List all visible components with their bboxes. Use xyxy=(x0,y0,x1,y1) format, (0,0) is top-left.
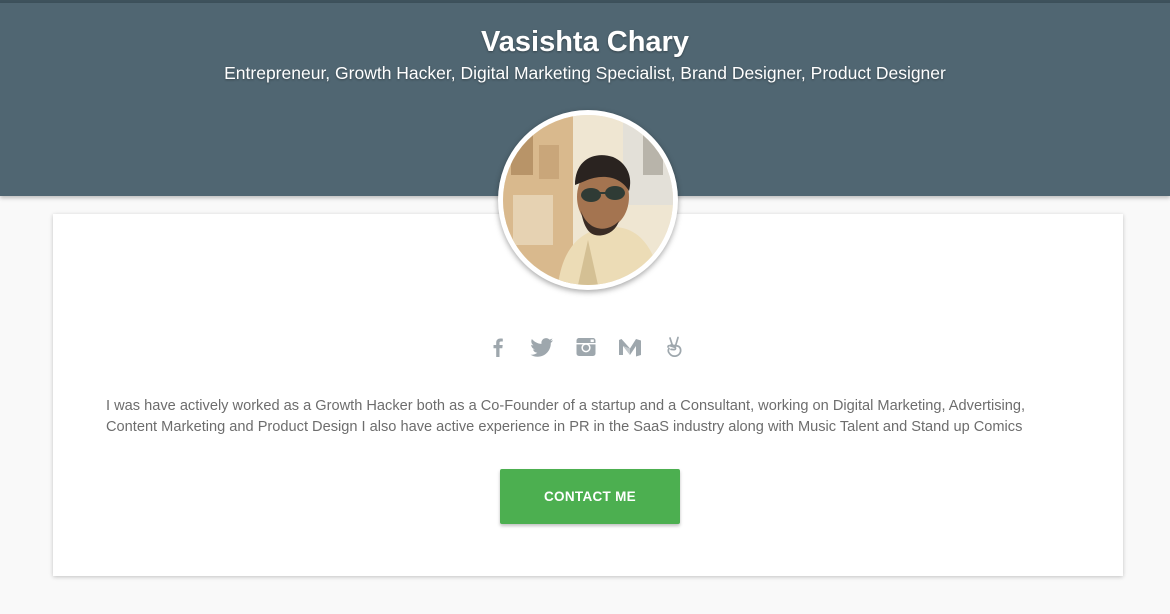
instagram-icon[interactable] xyxy=(573,334,599,360)
angellist-icon[interactable] xyxy=(661,334,687,360)
social-links xyxy=(476,330,696,364)
twitter-icon[interactable] xyxy=(529,334,555,360)
profile-name: Vasishta Chary xyxy=(481,26,689,58)
avatar xyxy=(498,110,678,290)
contact-me-button[interactable]: CONTACT ME xyxy=(500,469,680,524)
facebook-icon[interactable] xyxy=(485,334,511,360)
medium-icon[interactable] xyxy=(617,334,643,360)
profile-bio: I was have actively worked as a Growth H… xyxy=(106,398,1026,435)
profile-subtitle: Entrepreneur, Growth Hacker, Digital Mar… xyxy=(224,63,946,83)
avatar-photo xyxy=(503,115,673,285)
